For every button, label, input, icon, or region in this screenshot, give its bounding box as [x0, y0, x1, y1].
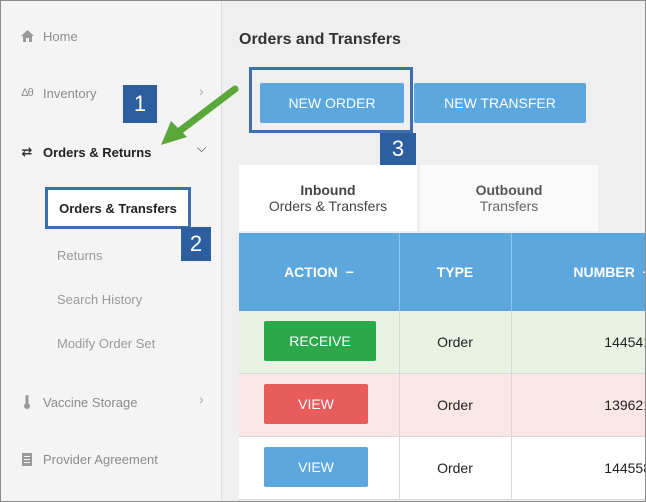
tab-inbound[interactable]: Inbound Orders & Transfers — [239, 165, 417, 231]
sidebar-subitem-orders-transfers[interactable]: Orders & Transfers — [45, 187, 191, 229]
tab-inbound-title: Inbound — [300, 182, 356, 198]
column-header-label: NUMBER — [573, 264, 635, 280]
column-header-type[interactable]: TYPE — [399, 233, 511, 311]
table-row: VIEW Order 139621 — [239, 374, 645, 437]
new-order-highlight — [249, 67, 413, 133]
collapse-icon: − — [345, 264, 354, 280]
type-cell: Order — [437, 460, 473, 476]
receive-button[interactable]: RECEIVE — [264, 321, 376, 361]
sidebar-item-label: Provider Agreement — [43, 451, 158, 467]
tab-outbound-subtitle: Transfers — [479, 198, 539, 214]
sidebar-item-label: Home — [43, 28, 78, 44]
table-row: VIEW Order 144558 — [239, 437, 645, 500]
document-icon — [19, 451, 35, 467]
tab-inbound-subtitle: Orders & Transfers — [268, 198, 388, 214]
type-cell: Order — [437, 334, 473, 350]
sidebar-item-inventory[interactable]: Δθ Inventory — [19, 85, 96, 101]
sidebar-item-label: Vaccine Storage — [43, 394, 138, 410]
callout-badge-3: 3 — [380, 133, 416, 165]
page-title: Orders and Transfers — [239, 31, 401, 48]
sidebar-item-orders-returns[interactable]: ⇄ Orders & Returns — [19, 144, 152, 160]
sidebar-subitem-search-history[interactable]: Search History — [57, 292, 142, 307]
sidebar-item-label: Inventory — [43, 85, 97, 101]
sidebar-subitem-modify-order-set[interactable]: Modify Order Set — [57, 336, 155, 351]
tab-outbound[interactable]: Outbound Transfers — [420, 165, 598, 231]
view-button[interactable]: VIEW — [264, 384, 368, 424]
callout-badge-2: 2 — [181, 227, 211, 261]
column-header-action[interactable]: ACTION − — [239, 233, 399, 311]
new-transfer-button[interactable]: NEW TRANSFER — [414, 83, 586, 123]
thermometer-icon — [19, 394, 35, 410]
sidebar-item-provider-agreement[interactable]: Provider Agreement — [19, 451, 158, 467]
main-content: Orders and Transfers NEW ORDER NEW TRANS… — [222, 1, 645, 501]
table-header: ACTION − TYPE NUMBER − — [239, 233, 645, 311]
column-header-number[interactable]: NUMBER − — [511, 233, 645, 311]
sidebar-item-label: Orders & Returns — [43, 144, 152, 160]
column-header-label: TYPE — [436, 264, 474, 280]
sidebar-subitem-returns[interactable]: Returns — [57, 248, 103, 263]
number-cell: 144558 — [604, 460, 645, 476]
annotation-arrow-icon — [161, 85, 239, 145]
sidebar-item-vaccine-storage[interactable]: Vaccine Storage — [19, 394, 137, 410]
number-cell: 139621 — [604, 397, 645, 413]
view-button[interactable]: VIEW — [264, 447, 368, 487]
home-icon — [19, 28, 35, 44]
inventory-icon: Δθ — [21, 87, 33, 99]
column-header-label: ACTION — [284, 264, 338, 280]
type-cell: Order — [437, 397, 473, 413]
chevron-right-icon[interactable]: › — [199, 391, 204, 407]
sidebar-subitem-label: Orders & Transfers — [59, 200, 177, 216]
tab-outbound-title: Outbound — [475, 182, 543, 198]
table-row: RECEIVE Order 144541 — [239, 311, 645, 374]
app-window: Home Δθ Inventory › ⇄ Orders & Returns ⌵… — [0, 0, 646, 502]
sidebar-item-home[interactable]: Home — [19, 28, 78, 44]
number-cell: 144541 — [604, 334, 645, 350]
transfer-icon: ⇄ — [21, 144, 33, 159]
